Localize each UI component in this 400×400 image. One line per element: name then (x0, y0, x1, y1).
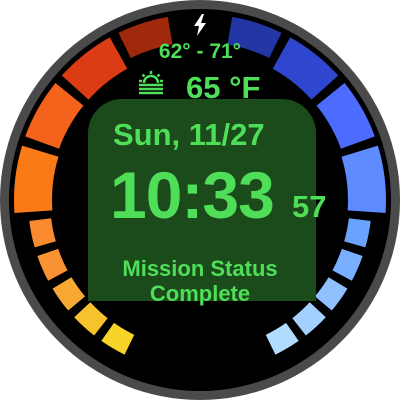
right-gauge-segment (316, 82, 375, 149)
time-display: 10:33 (110, 158, 275, 232)
status-line-2: Complete (149, 281, 251, 306)
left-gauge-segment (14, 145, 59, 213)
right-gauge-segment (341, 145, 386, 213)
date-label: Sun, 11/27 (113, 117, 265, 152)
left-gauge-segment (74, 302, 108, 336)
sunrise-icon (139, 71, 163, 95)
seconds-display: 57 (292, 189, 327, 224)
temperature-range: 62° - 71° (158, 40, 242, 63)
watch-face: 62° - 71° 65 °F Sun, 11/27 10:33 57 Miss… (0, 0, 400, 400)
right-gauge-segment (292, 302, 326, 336)
left-gauge-segment (101, 322, 135, 355)
current-temperature: 65 °F (186, 70, 261, 105)
status-line-1: Mission Status (122, 256, 278, 281)
left-gauge-segment (25, 82, 84, 149)
lightning-bolt-icon (194, 14, 206, 36)
right-gauge-segment (265, 322, 299, 355)
right-gauge-segment (344, 218, 371, 248)
left-gauge-segment (29, 218, 56, 248)
